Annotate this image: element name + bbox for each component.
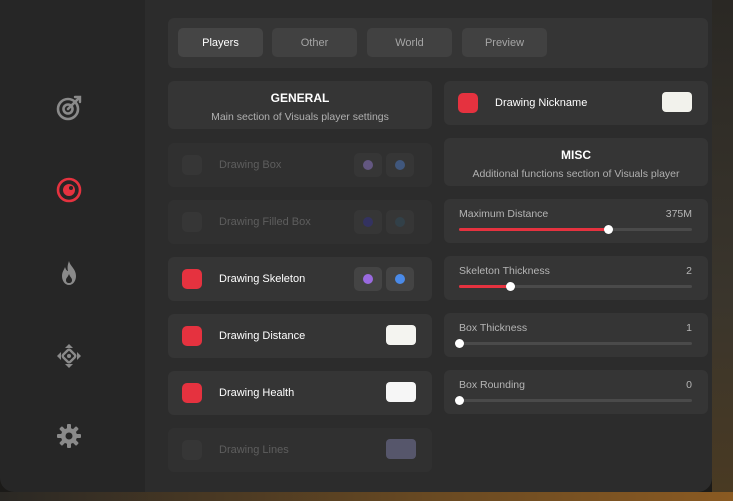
- misc-section-header: MISC Additional functions section of Vis…: [444, 138, 708, 186]
- misc-title: MISC: [561, 148, 591, 162]
- general-section-header: GENERAL Main section of Visuals player s…: [168, 81, 432, 129]
- color-dot: [395, 274, 405, 284]
- slider-value: 375M: [665, 208, 692, 220]
- color-pickers: [354, 210, 414, 234]
- eye-icon[interactable]: [54, 175, 84, 205]
- tab-bar: Players Other World Preview: [168, 18, 708, 68]
- color-pickers: [354, 153, 414, 177]
- option-drawing-distance[interactable]: Drawing Distance: [168, 314, 432, 358]
- slider-box-thickness: Box Thickness 1: [444, 313, 708, 357]
- option-label: Drawing Lines: [219, 444, 289, 456]
- general-title: GENERAL: [270, 91, 330, 105]
- general-subtitle: Main section of Visuals player settings: [211, 111, 389, 123]
- slider-value: 1: [686, 322, 692, 334]
- option-drawing-filled-box[interactable]: Drawing Filled Box: [168, 200, 432, 244]
- drawing-box-checkbox[interactable]: [182, 155, 202, 175]
- tab-preview[interactable]: Preview: [462, 28, 547, 57]
- color-picker-1[interactable]: [354, 210, 382, 234]
- option-label: Drawing Skeleton: [219, 273, 306, 285]
- slider-track[interactable]: [455, 339, 692, 348]
- color-picker-2[interactable]: [386, 210, 414, 234]
- drawing-skeleton-checkbox[interactable]: [182, 269, 202, 289]
- drawing-filled-box-checkbox[interactable]: [182, 212, 202, 232]
- tab-other[interactable]: Other: [272, 28, 357, 57]
- color-swatch[interactable]: [386, 325, 416, 345]
- option-drawing-skeleton[interactable]: Drawing Skeleton: [168, 257, 432, 301]
- slider-track[interactable]: [459, 225, 692, 234]
- color-picker-2[interactable]: [386, 267, 414, 291]
- drawing-distance-checkbox[interactable]: [182, 326, 202, 346]
- slider-handle[interactable]: [506, 282, 516, 291]
- slider-label: Skeleton Thickness: [459, 265, 550, 277]
- color-dot: [363, 274, 373, 284]
- drawing-health-checkbox[interactable]: [182, 383, 202, 403]
- slider-fill: [459, 285, 511, 288]
- color-swatch[interactable]: [386, 382, 416, 402]
- slider-box-rounding: Box Rounding 0: [444, 370, 708, 414]
- slider-label: Box Rounding: [459, 379, 525, 391]
- color-swatch[interactable]: [662, 92, 692, 112]
- drawing-lines-checkbox[interactable]: [182, 440, 202, 460]
- option-label: Drawing Health: [219, 387, 295, 399]
- slider-handle[interactable]: [455, 339, 464, 348]
- option-drawing-nickname[interactable]: Drawing Nickname: [444, 81, 708, 125]
- slider-track[interactable]: [455, 396, 692, 405]
- slider-handle[interactable]: [604, 225, 614, 234]
- color-dot: [395, 160, 405, 170]
- color-picker-1[interactable]: [354, 153, 382, 177]
- color-pickers: [354, 267, 414, 291]
- background-scene-right: [712, 0, 733, 501]
- move-arrows-icon[interactable]: [54, 341, 84, 371]
- aim-target-icon[interactable]: [54, 93, 84, 123]
- slider-maximum-distance: Maximum Distance 375M: [444, 199, 708, 243]
- background-scene-bottom: [0, 492, 733, 501]
- option-label: Drawing Filled Box: [219, 216, 311, 228]
- option-label: Drawing Box: [219, 159, 282, 171]
- color-picker-2[interactable]: [386, 153, 414, 177]
- slider-handle[interactable]: [455, 396, 464, 405]
- slider-label: Maximum Distance: [459, 208, 549, 220]
- slider-skeleton-thickness: Skeleton Thickness 2: [444, 256, 708, 300]
- misc-subtitle: Additional functions section of Visuals …: [472, 168, 680, 180]
- option-label: Drawing Distance: [219, 330, 306, 342]
- color-picker-1[interactable]: [354, 267, 382, 291]
- color-dot: [363, 160, 373, 170]
- option-drawing-lines[interactable]: Drawing Lines: [168, 428, 432, 472]
- slider-fill: [459, 228, 609, 231]
- option-drawing-health[interactable]: Drawing Health: [168, 371, 432, 415]
- slider-value: 0: [686, 379, 692, 391]
- color-swatch[interactable]: [386, 439, 416, 459]
- color-dot: [395, 217, 405, 227]
- slider-track[interactable]: [459, 282, 692, 291]
- gear-icon[interactable]: [54, 421, 84, 451]
- sidebar: [0, 0, 145, 492]
- color-dot: [363, 217, 373, 227]
- tab-world[interactable]: World: [367, 28, 452, 57]
- slider-label: Box Thickness: [459, 322, 528, 334]
- main-content: [145, 0, 712, 492]
- option-drawing-box[interactable]: Drawing Box: [168, 143, 432, 187]
- flame-icon[interactable]: [54, 258, 84, 288]
- option-label: Drawing Nickname: [495, 97, 588, 109]
- drawing-nickname-checkbox[interactable]: [458, 93, 478, 113]
- tab-players[interactable]: Players: [178, 28, 263, 57]
- slider-value: 2: [686, 265, 692, 277]
